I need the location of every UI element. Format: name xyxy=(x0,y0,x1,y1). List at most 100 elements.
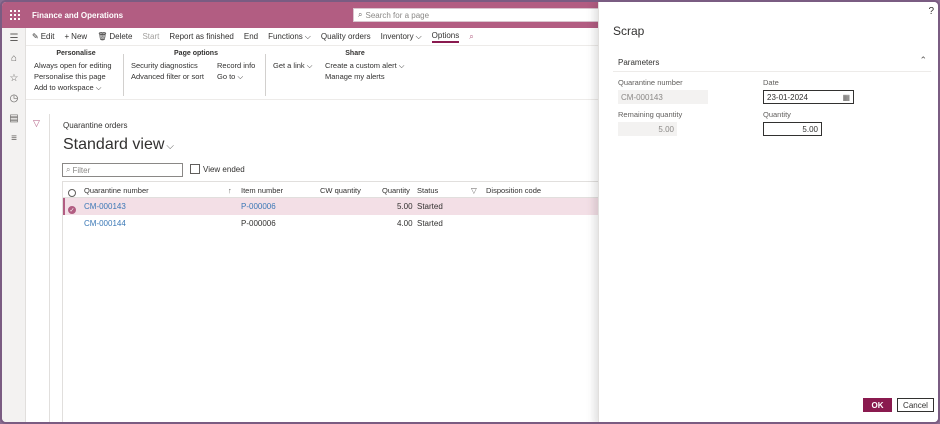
help-icon[interactable]: ? xyxy=(928,6,934,17)
personalise-this-page-link[interactable]: Personalise this page xyxy=(34,71,118,82)
item-number-link[interactable]: P-000006 xyxy=(241,202,276,211)
column-header-status[interactable]: Status xyxy=(417,186,438,195)
date-field[interactable]: 23-01-2024 ▦ xyxy=(763,90,854,104)
window-frame: Finance and Operations ⌕ Search for a pa… xyxy=(0,0,940,424)
personalise-group: Personalise Always open for editing Pers… xyxy=(34,50,118,93)
security-diagnostics-link[interactable]: Security diagnostics xyxy=(131,60,217,71)
status-cell: Started xyxy=(417,219,443,228)
modules-list-icon[interactable]: ≡ xyxy=(2,128,26,148)
column-header-disposition-code[interactable]: Disposition code xyxy=(486,186,541,195)
quantity-label: Quantity xyxy=(763,110,791,119)
always-open-for-editing-link[interactable]: Always open for editing xyxy=(34,60,118,71)
app-launcher-icon[interactable] xyxy=(2,2,28,28)
parameters-section-header[interactable]: Parameters ⌃ xyxy=(613,54,931,72)
ok-button[interactable]: OK xyxy=(863,398,892,412)
end-button[interactable]: End xyxy=(244,32,258,41)
column-header-cw-quantity[interactable]: CW quantity xyxy=(320,186,361,195)
inventory-menu[interactable]: Inventory ⌵ xyxy=(381,32,422,42)
page-options-group: Page options Security diagnostics Advanc… xyxy=(131,50,261,82)
filter-pane-column: ▽ xyxy=(26,114,50,422)
quarantine-number-field: CM-000143 xyxy=(618,90,708,104)
favorites-star-icon[interactable]: ☆ xyxy=(2,68,26,88)
page-title: Standard view xyxy=(63,136,165,153)
create-custom-alert-menu[interactable]: Create a custom alert ⌵ xyxy=(325,60,404,71)
quarantine-orders-grid: Quarantine number ↑ Item number CW quant… xyxy=(62,181,603,422)
group-header-personalise: Personalise xyxy=(56,50,96,57)
new-button[interactable]: + New xyxy=(65,32,88,41)
manage-my-alerts-link[interactable]: Manage my alerts xyxy=(325,71,404,82)
pencil-icon: ✎ xyxy=(32,32,39,41)
hamburger-menu-icon[interactable]: ☰ xyxy=(2,28,26,48)
group-header-page-options: Page options xyxy=(174,50,218,57)
ribbon-divider xyxy=(265,54,266,96)
functions-menu[interactable]: Functions ⌵ xyxy=(268,32,311,42)
main-content: Quarantine orders Standard view ⌵ ⌕ Filte… xyxy=(50,114,603,422)
go-to-menu[interactable]: Go to ⌵ xyxy=(217,71,255,82)
column-header-quarantine-number[interactable]: Quarantine number xyxy=(84,186,149,195)
record-info-link[interactable]: Record info xyxy=(217,60,255,71)
view-ended-checkbox[interactable]: View ended xyxy=(190,164,245,174)
remaining-quantity-field: 5.00 xyxy=(618,122,677,136)
column-header-quantity[interactable]: Quantity xyxy=(382,186,410,195)
tab-options[interactable]: Options xyxy=(431,31,460,43)
parameters-section-label: Parameters xyxy=(618,58,660,67)
filter-input[interactable]: ⌕ Filter xyxy=(62,163,183,177)
report-as-finished-button[interactable]: Report as finished xyxy=(169,32,233,41)
cancel-button[interactable]: Cancel xyxy=(897,398,934,412)
table-row[interactable]: CM-000144 P-000006 4.00 Started xyxy=(63,215,603,232)
date-label: Date xyxy=(763,78,779,87)
plus-icon: + xyxy=(64,32,70,41)
chevron-down-icon: ⌵ xyxy=(166,141,174,152)
chevron-up-icon[interactable]: ⌃ xyxy=(919,55,927,66)
quarantine-number-link[interactable]: CM-000144 xyxy=(84,219,126,228)
chevron-down-icon: ⌵ xyxy=(95,83,102,92)
search-icon: ⌕ xyxy=(358,10,363,19)
remaining-quantity-label: Remaining quantity xyxy=(618,110,683,119)
start-button[interactable]: Start xyxy=(142,32,159,41)
chevron-down-icon: ⌵ xyxy=(237,72,244,81)
scrap-dialog: ? Scrap Parameters ⌃ Quarantine number C… xyxy=(598,2,938,422)
filter-placeholder: Filter xyxy=(72,165,91,175)
quantity-cell: 5.00 xyxy=(397,202,413,211)
group-header-share: Share xyxy=(345,50,365,57)
edit-button[interactable]: ✎ Edit xyxy=(32,32,55,41)
chevron-down-icon: ⌵ xyxy=(306,61,313,70)
view-ended-label: View ended xyxy=(203,164,245,174)
sort-ascending-icon: ↑ xyxy=(228,186,232,195)
grid-header: Quarantine number ↑ Item number CW quant… xyxy=(63,182,603,198)
share-group: Share Get a link ⌵ Create a custom alert… xyxy=(273,50,413,82)
calendar-icon[interactable]: ▦ xyxy=(842,93,850,102)
quarantine-number-label: Quarantine number xyxy=(618,78,683,87)
quantity-input[interactable]: 5.00 xyxy=(763,122,822,136)
status-cell: Started xyxy=(417,202,443,211)
column-filter-icon[interactable]: ▽ xyxy=(471,186,477,195)
chevron-down-icon: ⌵ xyxy=(304,31,311,41)
page-breadcrumb: Quarantine orders xyxy=(63,121,128,130)
checkbox-box[interactable] xyxy=(190,164,200,174)
search-actions-icon[interactable]: ⌕ xyxy=(469,32,473,42)
item-number-cell: P-000006 xyxy=(241,219,276,228)
advanced-filter-link[interactable]: Advanced filter or sort xyxy=(131,71,217,82)
delete-button[interactable]: 🗑 Delete xyxy=(97,32,132,41)
table-row[interactable]: ✓ CM-000143 P-000006 5.00 Started xyxy=(63,198,603,215)
app-title: Finance and Operations xyxy=(32,10,124,20)
options-ribbon: Personalise Always open for editing Pers… xyxy=(26,48,602,100)
get-a-link-menu[interactable]: Get a link ⌵ xyxy=(273,60,325,71)
home-icon[interactable]: ⌂ xyxy=(2,48,26,68)
chevron-down-icon: ⌵ xyxy=(415,31,422,41)
action-pane: ✎ Edit + New 🗑 Delete Start Report as finis… xyxy=(26,28,602,46)
search-icon: ⌕ xyxy=(66,165,71,174)
search-input[interactable]: ⌕ Search for a page xyxy=(353,8,603,22)
filter-funnel-icon[interactable]: ▽ xyxy=(33,118,40,129)
workspaces-icon[interactable]: ▤ xyxy=(2,108,26,128)
column-header-item-number[interactable]: Item number xyxy=(241,186,283,195)
ribbon-divider xyxy=(123,54,124,96)
quality-orders-button[interactable]: Quality orders xyxy=(321,32,371,41)
trash-icon: 🗑 xyxy=(97,32,108,41)
chevron-down-icon: ⌵ xyxy=(398,61,405,70)
search-placeholder: Search for a page xyxy=(365,10,430,20)
add-to-workspace-menu[interactable]: Add to workspace ⌵ xyxy=(34,82,118,93)
view-selector[interactable]: Standard view ⌵ xyxy=(63,136,174,154)
recent-clock-icon[interactable]: ◷ xyxy=(2,88,26,108)
quarantine-number-link[interactable]: CM-000143 xyxy=(84,202,126,211)
